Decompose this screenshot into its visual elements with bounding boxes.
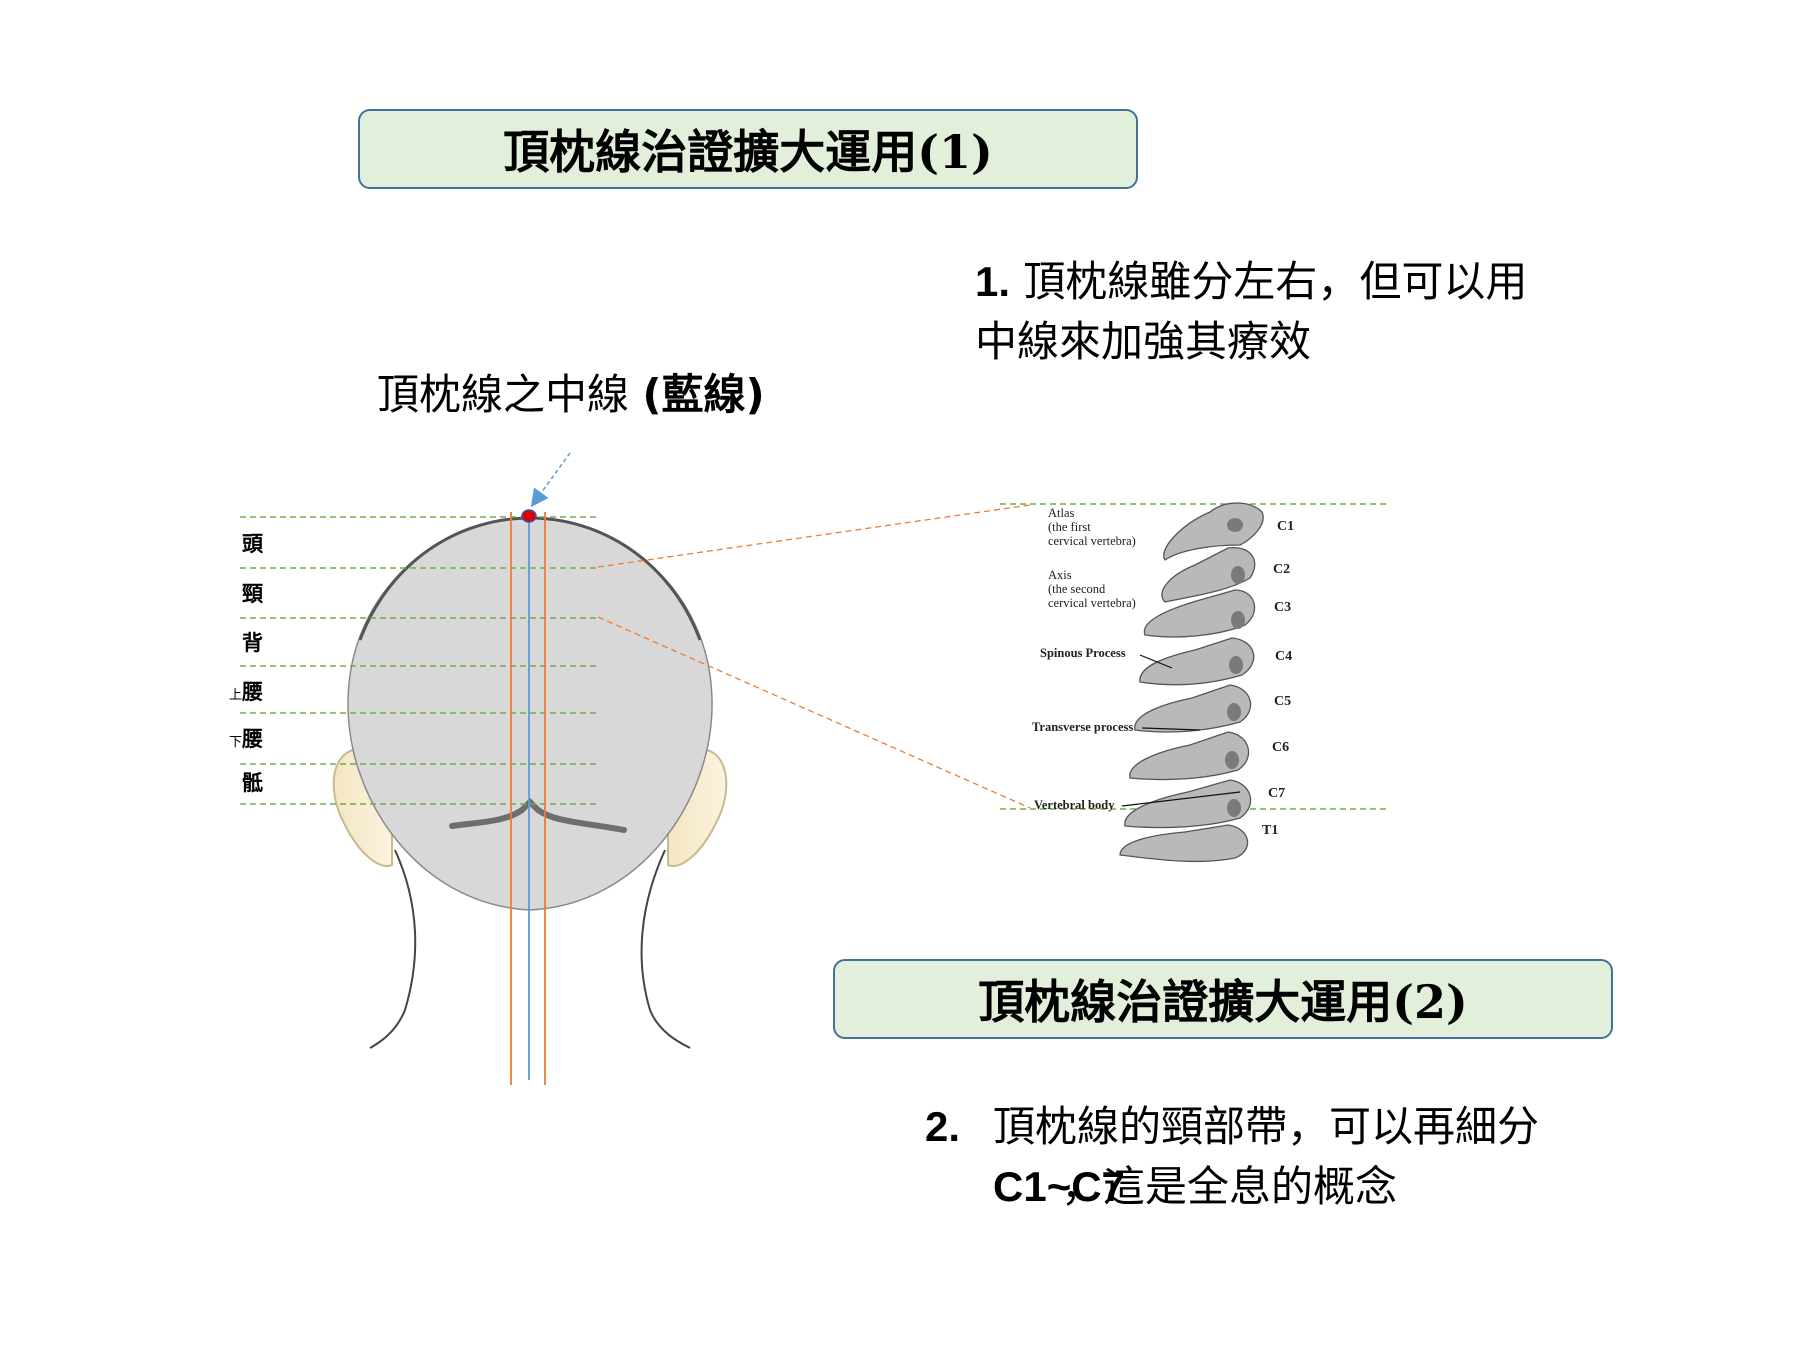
top-point-marker [521,509,537,523]
c2-label: C2 [1273,562,1290,577]
atlas-label-3: cervical vertebra) [1048,534,1136,548]
neck-left-outline [369,849,417,1049]
head-back [347,517,713,911]
c4-label: C4 [1275,649,1292,664]
vertebral-body-label: Vertebral body [1034,798,1115,812]
head-spine-diagram: Atlas (the first cervical vertebra) Axis… [240,452,1390,1085]
pointer-arrow [530,452,571,508]
axis-label-1: Axis [1048,568,1072,582]
axis-label-2: (the second [1048,582,1106,596]
atlas-label-1: Atlas [1048,506,1075,520]
transverse-process-label: Transverse process [1032,720,1133,734]
axis-label-3: cervical vertebra) [1048,596,1136,610]
atlas-label-2: (the first [1048,520,1091,534]
c6-label: C6 [1272,740,1289,755]
cervical-spine-illustration [1119,502,1264,863]
spinous-process-label: Spinous Process [1040,646,1126,660]
neck-right-outline [640,849,691,1049]
c3-label: C3 [1274,600,1291,615]
c5-label: C5 [1274,694,1291,709]
connector-line-top [597,504,1031,568]
c1-label: C1 [1277,519,1294,534]
t1-label: T1 [1262,823,1278,838]
c7-label: C7 [1268,786,1285,801]
